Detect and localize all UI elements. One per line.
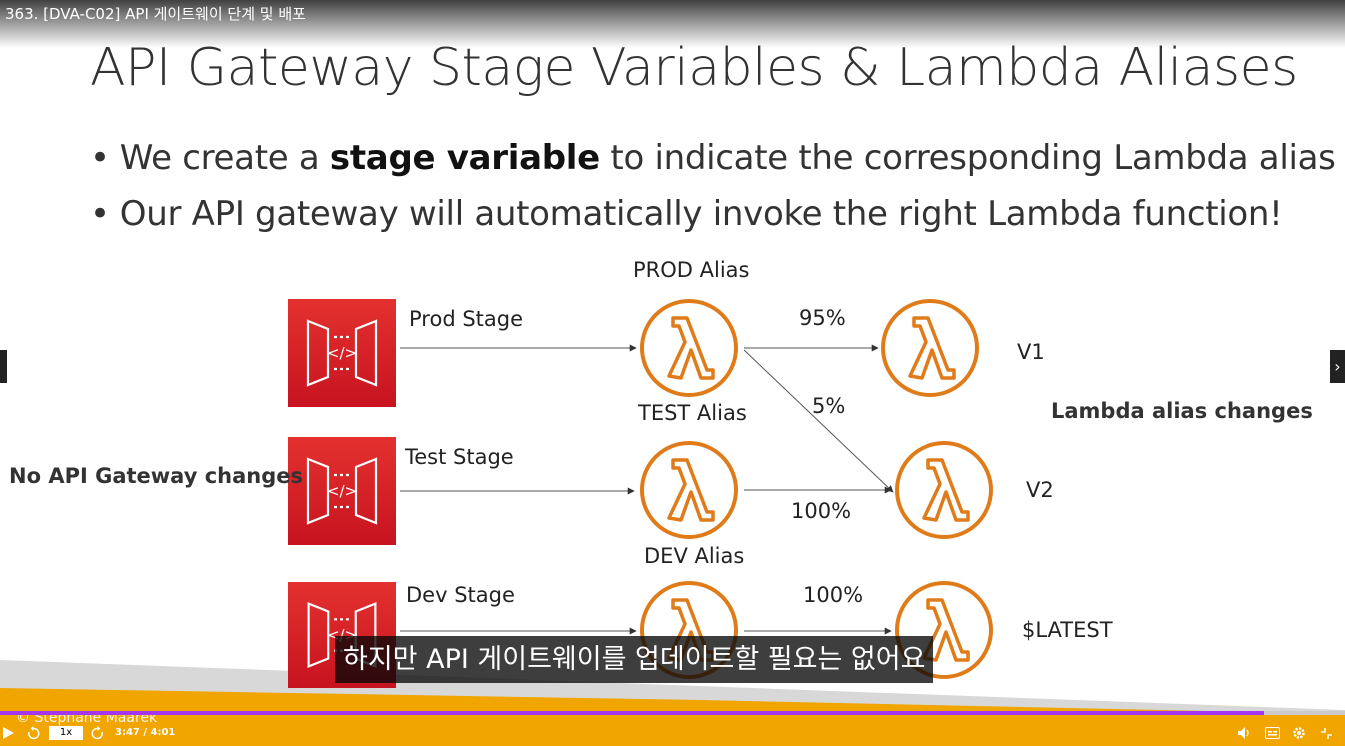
lambda-icon xyxy=(640,299,738,397)
api-gateway-icon: </> xyxy=(288,437,396,545)
lambda-icon xyxy=(640,441,738,539)
playback-speed-button[interactable]: 1x xyxy=(49,726,83,740)
previous-lecture-button[interactable] xyxy=(0,350,7,383)
api-gateway-icon: </> xyxy=(288,299,396,407)
svg-text:</>: </> xyxy=(327,344,357,362)
chevron-right-icon: › xyxy=(1334,357,1341,376)
stage-label: Dev Stage xyxy=(406,583,515,607)
playback-time: 3:47 / 4:01 xyxy=(115,727,176,738)
rewind-icon[interactable] xyxy=(27,726,40,740)
stage-label: Prod Stage xyxy=(409,307,524,331)
progress-bar[interactable] xyxy=(0,711,1345,715)
weight-label: 100% xyxy=(803,583,864,607)
lambda-icon xyxy=(895,441,993,539)
alias-label: DEV Alias xyxy=(644,544,745,568)
version-label: $LATEST xyxy=(1022,618,1113,642)
weight-label: 100% xyxy=(791,499,852,523)
player-controls: 1x 3:47 / 4:01 xyxy=(0,719,1345,746)
video-title-bar: 363. [DVA-C02] API 게이트웨이 단계 및 배포 xyxy=(0,0,1345,48)
video-title: 363. [DVA-C02] API 게이트웨이 단계 및 배포 xyxy=(5,5,306,23)
left-note: No API Gateway changes xyxy=(9,464,303,488)
play-icon[interactable] xyxy=(3,727,14,739)
captions-icon[interactable] xyxy=(1265,727,1280,739)
fullscreen-exit-icon[interactable] xyxy=(1320,727,1333,740)
weight-label: 5% xyxy=(812,394,846,418)
svg-text:</>: </> xyxy=(327,482,357,500)
subtitle-caption: 하지만 API 게이트웨이를 업데이트할 필요는 없어요 xyxy=(335,636,934,683)
alias-label: PROD Alias xyxy=(633,258,750,282)
video-player[interactable]: 363. [DVA-C02] API 게이트웨이 단계 및 배포 API Gat… xyxy=(0,0,1345,746)
stage-label: Test Stage xyxy=(405,445,514,469)
progress-fill xyxy=(0,711,1265,715)
settings-icon[interactable] xyxy=(1292,726,1306,740)
alias-label: TEST Alias xyxy=(638,401,747,425)
forward-icon[interactable] xyxy=(91,726,104,740)
weight-label: 95% xyxy=(799,306,846,330)
lambda-icon xyxy=(881,299,979,397)
slide: 363. [DVA-C02] API 게이트웨이 단계 및 배포 API Gat… xyxy=(0,0,1345,746)
next-lecture-button[interactable]: › xyxy=(1330,350,1345,383)
volume-icon[interactable] xyxy=(1238,727,1252,739)
version-label: V1 xyxy=(1017,340,1045,364)
version-label: V2 xyxy=(1026,478,1054,502)
right-note: Lambda alias changes xyxy=(1051,399,1313,423)
